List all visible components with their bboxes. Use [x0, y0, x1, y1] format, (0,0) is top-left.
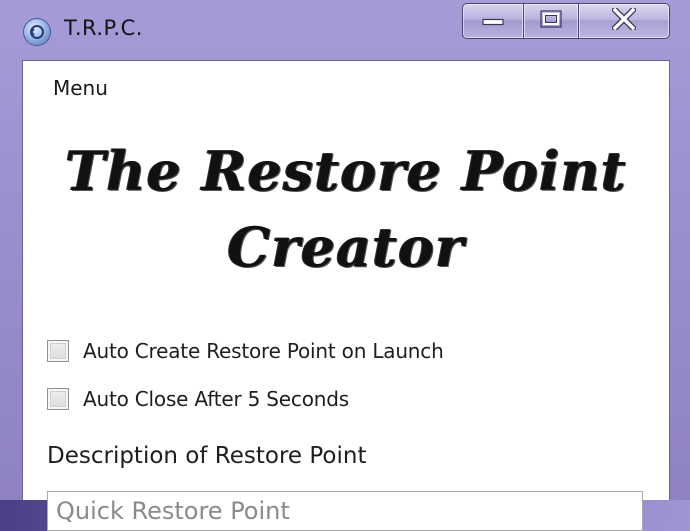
window-title: T.R.P.C.: [64, 16, 143, 40]
title-bar[interactable]: T.R.P.C.: [0, 0, 690, 58]
auto-create-label[interactable]: Auto Create Restore Point on Launch: [83, 339, 444, 363]
close-icon: [610, 5, 638, 34]
banner-line-2: Creator: [227, 215, 465, 279]
auto-close-label[interactable]: Auto Close After 5 Seconds: [83, 387, 349, 411]
close-button[interactable]: [578, 3, 670, 39]
auto-close-checkbox[interactable]: [47, 388, 69, 410]
minimize-button[interactable]: [462, 3, 524, 39]
menu-item-menu[interactable]: Menu: [53, 76, 108, 100]
app-window: T.R.P.C. Menu The Restore Point Creator …: [0, 0, 690, 531]
description-label: Description of Restore Point: [47, 443, 367, 469]
description-input[interactable]: [47, 491, 643, 531]
option-auto-close[interactable]: Auto Close After 5 Seconds: [47, 385, 349, 413]
maximize-icon: [540, 10, 562, 32]
app-restore-icon[interactable]: [24, 19, 50, 45]
option-auto-create[interactable]: Auto Create Restore Point on Launch: [47, 337, 444, 365]
menu-bar: Menu: [23, 61, 669, 113]
minimize-icon: [482, 12, 504, 31]
client-area: Menu The Restore Point Creator Auto Crea…: [22, 60, 670, 531]
auto-create-checkbox[interactable]: [47, 340, 69, 362]
banner-line-1: The Restore Point: [65, 139, 627, 203]
app-banner-title: The Restore Point Creator: [23, 133, 669, 285]
caption-buttons: [462, 3, 670, 39]
maximize-button[interactable]: [523, 3, 579, 39]
